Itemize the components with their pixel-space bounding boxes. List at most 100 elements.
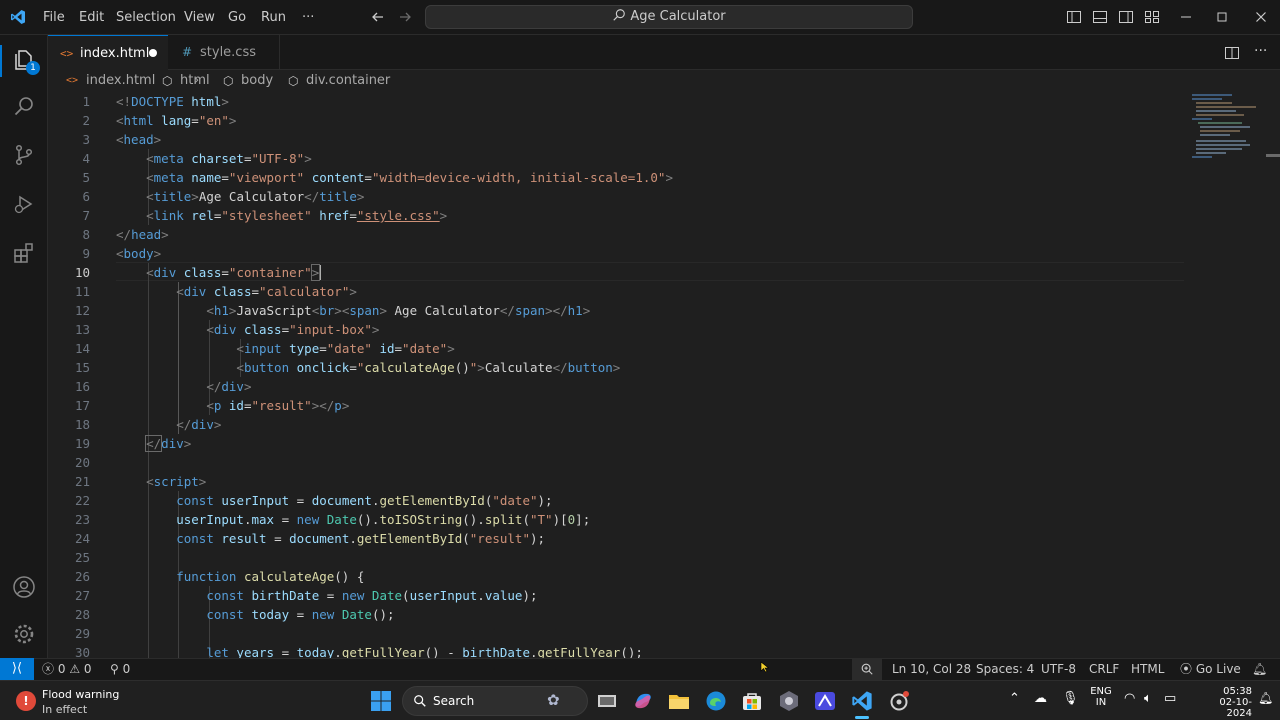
menu-go[interactable]: Go xyxy=(228,0,246,35)
chevron-up-icon[interactable]: ⌃ xyxy=(1009,691,1020,706)
menu-file[interactable]: File xyxy=(43,0,65,35)
menu-edit[interactable]: Edit xyxy=(79,0,104,35)
breadcrumb-body[interactable]: body xyxy=(241,70,273,92)
tab-index-html[interactable]: <> index.html xyxy=(48,35,168,70)
taskbar-search-box[interactable]: Search ✿ xyxy=(402,686,588,716)
problems-status[interactable]: ⓧ 0 ⚠ 0 xyxy=(42,659,92,680)
gear-icon[interactable] xyxy=(12,622,36,646)
battery-icon[interactable]: ▭ xyxy=(1164,691,1176,706)
app-icon[interactable] xyxy=(888,690,910,712)
back-arrow-icon[interactable] xyxy=(370,9,386,25)
line-number: 8 xyxy=(82,227,90,242)
search-highlight-icon: ✿ xyxy=(547,691,560,709)
error-count: 0 xyxy=(57,662,66,676)
source-control-icon[interactable] xyxy=(12,143,36,167)
line-number: 11 xyxy=(74,284,90,299)
go-live-button[interactable]: ⦿ Go Live xyxy=(1180,659,1241,680)
forward-arrow-icon[interactable] xyxy=(397,9,413,25)
language-mode[interactable]: HTML xyxy=(1131,659,1164,680)
warning-icon: ⚠ xyxy=(69,662,81,676)
extensions-icon[interactable] xyxy=(12,241,36,265)
search-icon[interactable] xyxy=(12,94,36,118)
indentation[interactable]: Spaces: 4 xyxy=(976,659,1034,680)
encoding[interactable]: UTF-8 xyxy=(1041,659,1076,680)
notification-bell-icon[interactable]: 🔔︎ xyxy=(1258,691,1273,705)
windows-start-icon[interactable] xyxy=(370,690,392,712)
task-view-icon[interactable] xyxy=(596,690,618,712)
code-line: <!DOCTYPE html> xyxy=(116,94,229,109)
volume-icon[interactable]: 🔈︎ xyxy=(1144,691,1152,706)
element-icon: ⬡ xyxy=(162,74,173,88)
breadcrumb-html[interactable]: html xyxy=(180,70,210,92)
app-icon[interactable] xyxy=(778,690,800,712)
code-line: <meta charset="UTF-8"> xyxy=(146,151,312,166)
cloud-icon[interactable]: ☁ xyxy=(1034,691,1047,706)
app-icon[interactable] xyxy=(814,690,836,712)
zoom-indicator[interactable] xyxy=(852,658,882,680)
code-line: <h1>JavaScript<br><span> Age Calculator<… xyxy=(206,303,591,318)
line-number: 16 xyxy=(74,379,90,394)
restore-icon[interactable] xyxy=(1214,9,1230,25)
microsoft-store-icon[interactable] xyxy=(741,690,763,712)
code-line: </div> xyxy=(145,435,192,452)
weather-widget[interactable]: ! Flood warning In effect xyxy=(14,685,124,717)
unsaved-dot-icon[interactable] xyxy=(149,49,157,57)
toggle-secondary-sidebar-icon[interactable] xyxy=(1118,9,1134,25)
notifications-bell-icon[interactable]: 🔔︎ xyxy=(1252,659,1267,680)
code-line: </div> xyxy=(176,417,222,432)
line-number: 1 xyxy=(82,94,90,109)
clock[interactable]: 05:38 02-10-2024 xyxy=(1196,686,1252,719)
code-line: <body> xyxy=(116,246,162,261)
run-debug-icon[interactable] xyxy=(12,192,36,216)
line-number: 14 xyxy=(74,341,90,356)
minimap[interactable] xyxy=(1188,92,1280,658)
minimize-icon[interactable] xyxy=(1178,9,1194,25)
toggle-panel-icon[interactable] xyxy=(1092,9,1108,25)
cursor-position[interactable]: Ln 10, Col 28 xyxy=(892,659,971,680)
file-explorer-icon[interactable] xyxy=(668,690,690,712)
command-center[interactable]: Age Calculator xyxy=(425,5,913,29)
code-editor[interactable]: 1 2 3 4 5 6 7 8 9 10 11 12 13 14 15 16 17 18 19 20 21 22 23 24 2… xyxy=(48,92,1280,658)
customize-layout-icon[interactable] xyxy=(1144,9,1160,25)
code-line: userInput.max = new Date().toISOString()… xyxy=(176,512,591,527)
line-number: 28 xyxy=(74,607,90,622)
code-line: <meta name="viewport" content="width=dev… xyxy=(146,170,673,185)
language-indicator[interactable]: ENG IN xyxy=(1090,686,1112,708)
breadcrumb-file[interactable]: index.html xyxy=(86,70,155,92)
tab-style-css[interactable]: # style.css xyxy=(168,35,280,70)
ports-status[interactable]: ⚲ 0 xyxy=(110,659,130,680)
scrollbar-thumb[interactable] xyxy=(1266,154,1280,157)
remote-indicator[interactable]: ⟩⟨ xyxy=(0,658,34,680)
microphone-icon[interactable]: 🎙︎ xyxy=(1062,691,1079,706)
menu-more[interactable]: ··· xyxy=(302,0,314,35)
accounts-icon[interactable] xyxy=(12,575,36,599)
breadcrumb-div-container[interactable]: div.container xyxy=(306,70,390,92)
vscode-taskbar-icon[interactable] xyxy=(851,690,873,712)
line-ending[interactable]: CRLF xyxy=(1089,659,1119,680)
code-line: <div class="calculator"> xyxy=(176,284,357,299)
line-number: 29 xyxy=(74,626,90,641)
line-number: 10 xyxy=(74,265,90,280)
menu-run[interactable]: Run xyxy=(261,0,286,35)
weather-subtitle: In effect xyxy=(42,703,88,716)
line-number: 19 xyxy=(74,436,90,451)
activity-bar: 1 xyxy=(0,35,48,658)
go-live-label: Go Live xyxy=(1195,662,1241,676)
split-editor-icon[interactable] xyxy=(1224,45,1240,61)
clock-date: 02-10-2024 xyxy=(1219,697,1252,719)
more-actions-icon[interactable]: ··· xyxy=(1254,35,1267,68)
edge-browser-icon[interactable] xyxy=(705,690,727,712)
tab-label: index.html xyxy=(80,46,150,61)
close-icon[interactable] xyxy=(1253,9,1269,25)
toggle-primary-sidebar-icon[interactable] xyxy=(1066,9,1082,25)
wifi-icon[interactable]: ◠ xyxy=(1124,691,1135,706)
menu-selection[interactable]: Selection xyxy=(116,0,176,35)
line-number: 18 xyxy=(74,417,90,432)
code-line: <script> xyxy=(146,474,207,489)
line-number: 17 xyxy=(74,398,90,413)
code-line: <div class="input-box"> xyxy=(206,322,380,337)
menu-view[interactable]: View xyxy=(184,0,215,35)
code-line: const birthDate = new Date(userInput.val… xyxy=(206,588,538,603)
copilot-icon[interactable] xyxy=(632,690,654,712)
line-number: 15 xyxy=(74,360,90,375)
